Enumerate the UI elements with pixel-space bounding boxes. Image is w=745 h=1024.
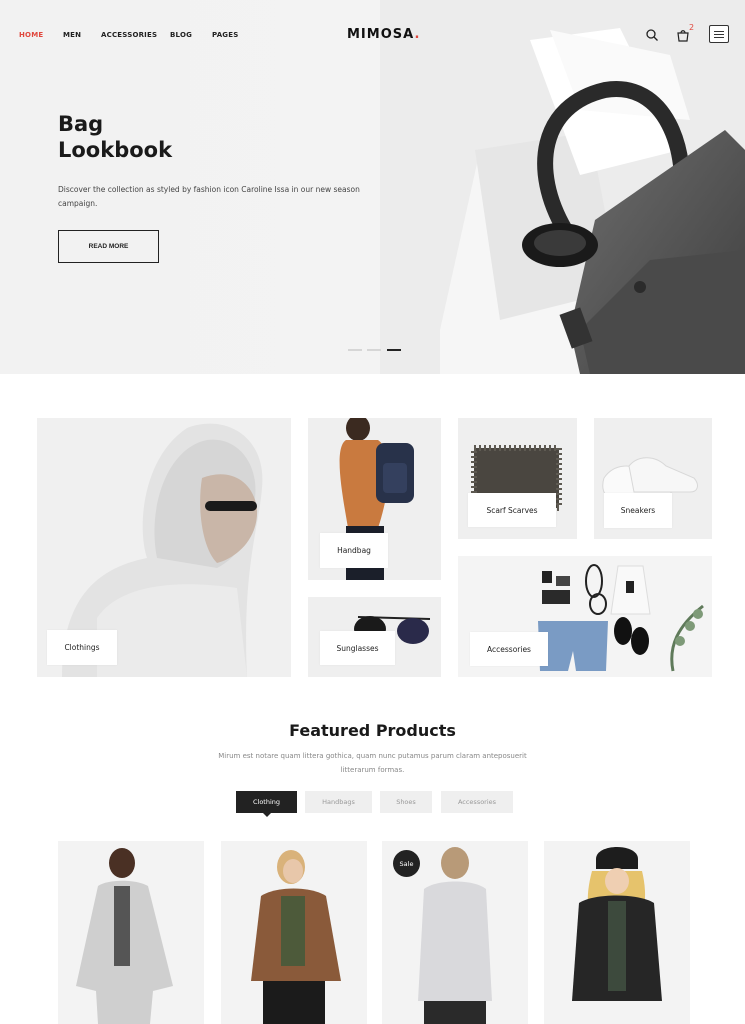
site-logo[interactable]: MIMOSA.: [347, 27, 420, 42]
category-label-sunglasses: Sunglasses: [320, 631, 395, 665]
search-icon[interactable]: [645, 27, 661, 43]
product-image: [76, 848, 173, 1024]
product-card[interactable]: [221, 841, 367, 1024]
product-image: [572, 847, 662, 1001]
featured-title: Featured Products: [289, 721, 456, 740]
category-label-sneakers: Sneakers: [604, 493, 672, 528]
nav-item-home[interactable]: HOME: [19, 31, 43, 39]
category-label-accessories: Accessories: [470, 632, 548, 666]
sale-badge: Sale: [393, 850, 420, 877]
nav-item-blog[interactable]: BLOG: [170, 31, 192, 39]
category-handbag[interactable]: Handbag: [308, 418, 441, 580]
tab-shoes[interactable]: Shoes: [380, 791, 432, 813]
tab-accessories[interactable]: Accessories: [441, 791, 513, 813]
product-image: [251, 850, 341, 1024]
category-accessories[interactable]: Accessories: [458, 556, 712, 677]
logo-dot: .: [414, 27, 421, 42]
category-label-scarf-scarves: Scarf Scarves: [468, 493, 556, 527]
category-label-clothings: Clothings: [47, 630, 117, 665]
category-label-handbag: Handbag: [320, 533, 388, 568]
logo-text: MIMOSA: [347, 27, 415, 42]
hero-banner: HOME MEN ACCESSORIES BLOG PAGES MIMOSA. …: [0, 0, 745, 374]
slider-dot-1[interactable]: [348, 349, 362, 351]
hero-title-line2: Lookbook: [58, 138, 173, 162]
product-card[interactable]: [544, 841, 690, 1024]
hero-title-line1: Bag: [58, 112, 104, 136]
nav-item-men[interactable]: MEN: [63, 31, 81, 39]
slider-dot-3[interactable]: [387, 349, 401, 351]
featured-description: Mirum est notare quam littera gothica, q…: [218, 752, 527, 774]
category-sneakers[interactable]: Sneakers: [594, 418, 712, 539]
tab-handbags[interactable]: Handbags: [305, 791, 372, 813]
slider-dot-2[interactable]: [367, 349, 381, 351]
product-card[interactable]: [58, 841, 204, 1024]
product-card[interactable]: Sale: [382, 841, 528, 1024]
hero-description: Discover the collection as styled by fas…: [58, 185, 360, 208]
category-scarf-scarves[interactable]: Scarf Scarves: [458, 418, 577, 539]
nav-item-pages[interactable]: PAGES: [212, 31, 238, 39]
hero-title: Bag Lookbook: [58, 111, 172, 163]
category-sunglasses[interactable]: Sunglasses: [308, 597, 441, 677]
cart-count-badge: 2: [689, 23, 695, 32]
read-more-button[interactable]: READ MORE: [58, 230, 159, 263]
menu-icon[interactable]: [709, 25, 729, 43]
main-nav: HOME MEN ACCESSORIES BLOG PAGES MIMOSA. …: [0, 0, 745, 70]
nav-item-accessories[interactable]: ACCESSORIES: [101, 31, 157, 39]
category-clothings[interactable]: Clothings: [37, 418, 291, 677]
tab-clothing[interactable]: Clothing: [236, 791, 297, 817]
